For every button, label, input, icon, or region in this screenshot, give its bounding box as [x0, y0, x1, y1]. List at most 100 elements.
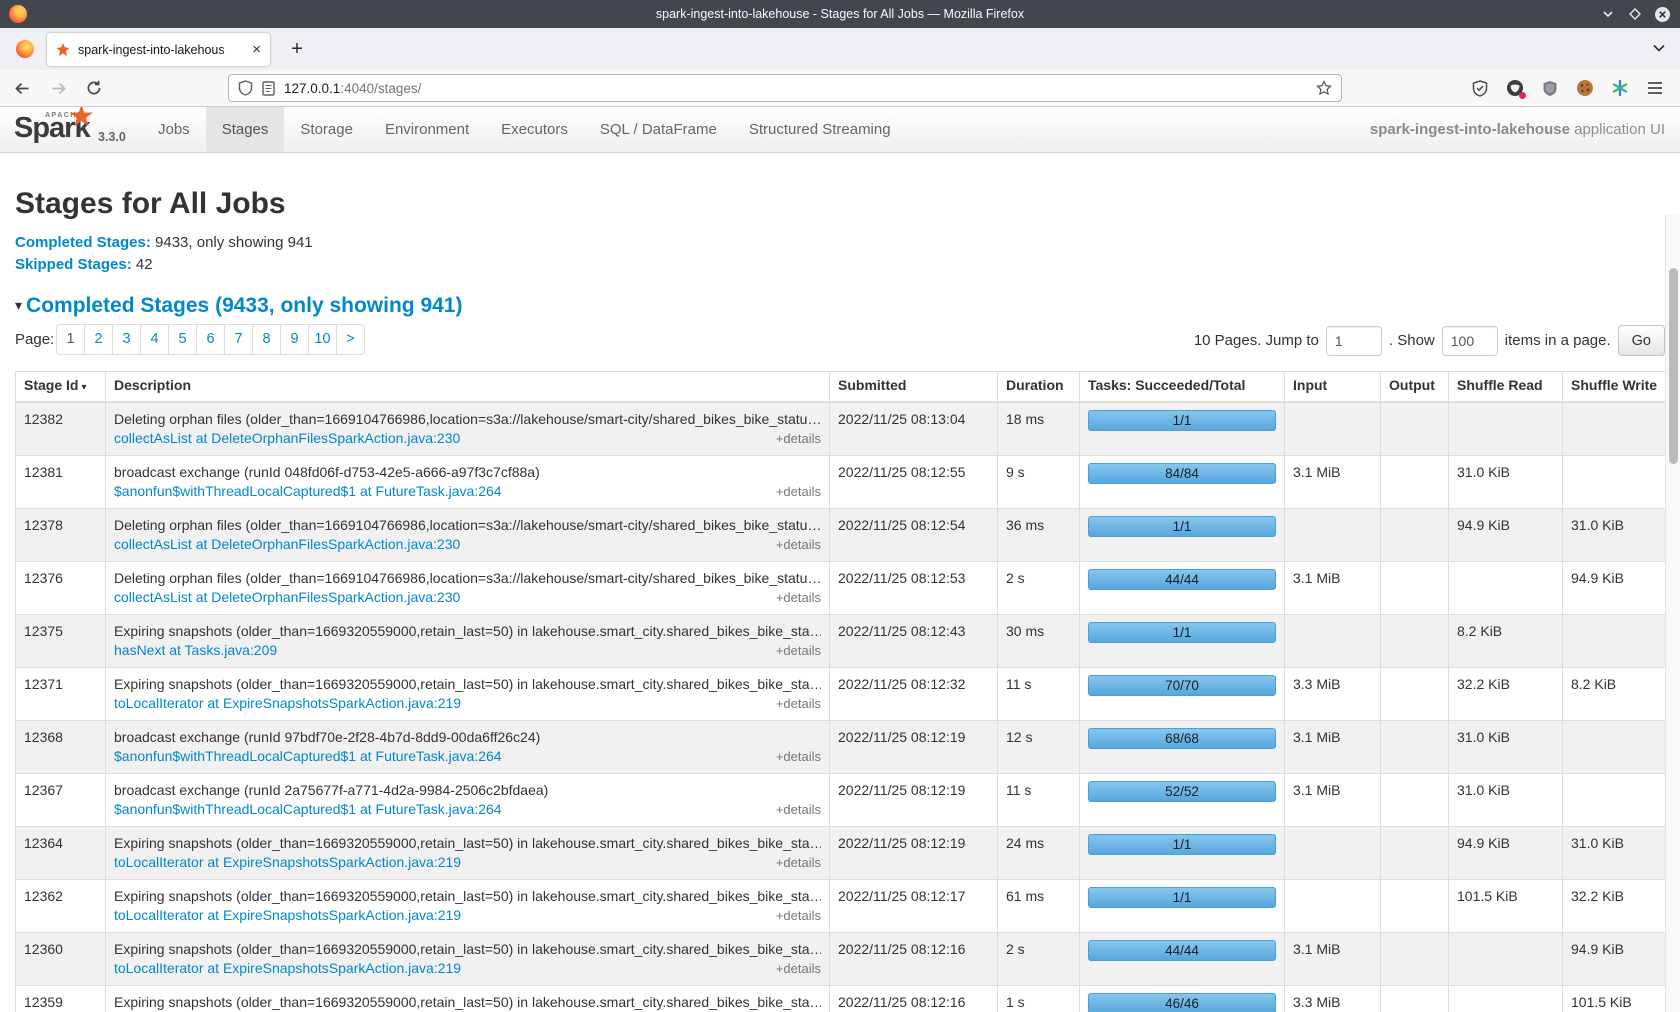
window-minimize-button[interactable]: [1598, 4, 1618, 24]
stage-callsite-link[interactable]: collectAsList at DeleteOrphanFilesSparkA…: [114, 588, 460, 607]
page-button-5[interactable]: 5: [169, 324, 197, 355]
scrollbar[interactable]: [1665, 214, 1680, 1012]
stage-callsite-link[interactable]: hasNext at Tasks.java:209: [114, 641, 277, 660]
page-button-4[interactable]: 4: [141, 324, 169, 355]
nav-item-environment[interactable]: Environment: [369, 107, 485, 152]
header-duration[interactable]: Duration: [998, 372, 1080, 403]
tasks-progress-label: 52/52: [1089, 782, 1275, 801]
page-button-1[interactable]: 1: [56, 324, 85, 355]
page-button-10[interactable]: 10: [309, 324, 337, 355]
extension-cookie-icon[interactable]: [1576, 79, 1594, 97]
stage-callsite-link[interactable]: collectAsList at DeleteOrphanFilesSparkA…: [114, 535, 460, 554]
details-toggle[interactable]: +details: [776, 694, 821, 713]
extension-mask-icon[interactable]: [1506, 79, 1524, 97]
tracking-protection-shield-icon[interactable]: [238, 80, 253, 96]
menu-hamburger-icon[interactable]: [1646, 79, 1664, 97]
stage-callsite-link[interactable]: toLocalIterator at ExpireSnapshotsSparkA…: [114, 694, 461, 713]
list-tabs-chevron-icon[interactable]: [1651, 40, 1667, 56]
spark-logo[interactable]: APACHE Spark ★ 3.3.0: [0, 107, 142, 153]
spark-favicon-icon: [56, 43, 70, 57]
nav-item-storage[interactable]: Storage: [284, 107, 369, 152]
header-submitted[interactable]: Submitted: [830, 372, 998, 403]
shuffle-read-cell: [1449, 562, 1563, 615]
stage-description: Expiring snapshots (older_than=166932055…: [114, 940, 821, 959]
stage-callsite-link[interactable]: $anonfun$withThreadLocalCaptured$1 at Fu…: [114, 800, 502, 819]
details-toggle[interactable]: +details: [776, 641, 821, 660]
url-text[interactable]: 127.0.0.1:4040/stages/: [284, 81, 1307, 96]
header-stage-id[interactable]: Stage Id▾: [16, 372, 106, 403]
page-button-next[interactable]: >: [337, 324, 365, 355]
output-cell: [1381, 668, 1449, 721]
nav-item-sql-dataframe[interactable]: SQL / DataFrame: [584, 107, 733, 152]
output-cell: [1381, 933, 1449, 986]
details-toggle[interactable]: +details: [776, 535, 821, 554]
page-button-8[interactable]: 8: [253, 324, 281, 355]
extension-ublock-icon[interactable]: [1541, 79, 1559, 97]
extension-shield-check-icon[interactable]: [1471, 79, 1489, 97]
details-toggle[interactable]: +details: [776, 853, 821, 872]
page-size-input[interactable]: [1442, 326, 1498, 356]
nav-item-structured-streaming[interactable]: Structured Streaming: [733, 107, 907, 152]
tab-bar: spark-ingest-into-lakehous × +: [0, 28, 1680, 70]
tab-close-icon[interactable]: ×: [252, 42, 261, 57]
nav-item-jobs[interactable]: Jobs: [142, 107, 206, 152]
header-tasks[interactable]: Tasks: Succeeded/Total: [1080, 372, 1285, 403]
header-description[interactable]: Description: [106, 372, 830, 403]
go-button[interactable]: Go: [1618, 325, 1665, 356]
firefox-view-icon[interactable]: [16, 40, 34, 58]
tasks-progress-bar: 44/44: [1088, 569, 1276, 590]
browser-tab[interactable]: spark-ingest-into-lakehous ×: [47, 33, 270, 66]
completed-stages-value: 9433, only showing 941: [151, 234, 313, 251]
stage-callsite-link[interactable]: toLocalIterator at ExpireSnapshotsSparkA…: [114, 959, 461, 978]
header-input[interactable]: Input: [1285, 372, 1381, 403]
header-output[interactable]: Output: [1381, 372, 1449, 403]
stage-callsite-link[interactable]: $anonfun$withThreadLocalCaptured$1 at Fu…: [114, 482, 502, 501]
nav-item-executors[interactable]: Executors: [485, 107, 584, 152]
table-row: 12367 broadcast exchange (runId 2a75677f…: [16, 774, 1666, 827]
scrollbar-thumb[interactable]: [1669, 268, 1678, 464]
description-cell: Deleting orphan files (older_than=166910…: [106, 562, 830, 615]
skipped-stages-link[interactable]: Skipped Stages:: [15, 256, 132, 273]
stage-callsite-link[interactable]: toLocalIterator at ExpireSnapshotsSparkA…: [114, 853, 461, 872]
stage-callsite-link[interactable]: $anonfun$withThreadLocalCaptured$1 at Fu…: [114, 747, 502, 766]
stage-callsite-link[interactable]: toLocalIterator at ExpireSnapshotsSparkA…: [114, 906, 461, 925]
back-button[interactable]: [6, 74, 38, 102]
details-toggle[interactable]: +details: [776, 482, 821, 501]
stage-id-cell: 12371: [16, 668, 106, 721]
extension-asterisk-icon[interactable]: [1611, 79, 1629, 97]
page-button-9[interactable]: 9: [281, 324, 309, 355]
page-button-3[interactable]: 3: [113, 324, 141, 355]
submitted-cell: 2022/11/25 08:12:16: [830, 933, 998, 986]
page-button-7[interactable]: 7: [225, 324, 253, 355]
window-close-button[interactable]: [1652, 4, 1672, 24]
details-toggle[interactable]: +details: [776, 906, 821, 925]
new-tab-button[interactable]: +: [283, 35, 311, 63]
bookmark-star-icon[interactable]: [1316, 80, 1332, 96]
page-info-icon[interactable]: [262, 81, 275, 96]
tasks-cell: 52/52: [1080, 774, 1285, 827]
details-toggle[interactable]: +details: [776, 959, 821, 978]
forward-button[interactable]: [42, 74, 74, 102]
window-maximize-button[interactable]: [1625, 4, 1645, 24]
tasks-progress-bar: 70/70: [1088, 675, 1276, 696]
header-shuffle-write[interactable]: Shuffle Write: [1563, 372, 1666, 403]
header-shuffle-read[interactable]: Shuffle Read: [1449, 372, 1563, 403]
completed-stages-link[interactable]: Completed Stages:: [15, 234, 151, 251]
url-bar[interactable]: 127.0.0.1:4040/stages/: [228, 74, 1342, 102]
details-toggle[interactable]: +details: [776, 429, 821, 448]
duration-cell: 1 s: [998, 986, 1080, 1012]
jump-to-page-input[interactable]: [1326, 326, 1382, 356]
reload-button[interactable]: [78, 74, 110, 102]
submitted-cell: 2022/11/25 08:13:04: [830, 402, 998, 456]
page-button-6[interactable]: 6: [197, 324, 225, 355]
shuffle-read-cell: 101.5 KiB: [1449, 880, 1563, 933]
details-toggle[interactable]: +details: [776, 747, 821, 766]
nav-item-stages[interactable]: Stages: [206, 107, 285, 152]
details-toggle[interactable]: +details: [776, 800, 821, 819]
page-button-2[interactable]: 2: [85, 324, 113, 355]
stage-callsite-link[interactable]: collectAsList at DeleteOrphanFilesSparkA…: [114, 429, 460, 448]
description-cell: Expiring snapshots (older_than=166932055…: [106, 986, 830, 1012]
details-toggle[interactable]: +details: [776, 588, 821, 607]
completed-stages-section-header[interactable]: ▾Completed Stages (9433, only showing 94…: [15, 292, 1665, 319]
shuffle-write-cell: 31.0 KiB: [1563, 827, 1666, 880]
